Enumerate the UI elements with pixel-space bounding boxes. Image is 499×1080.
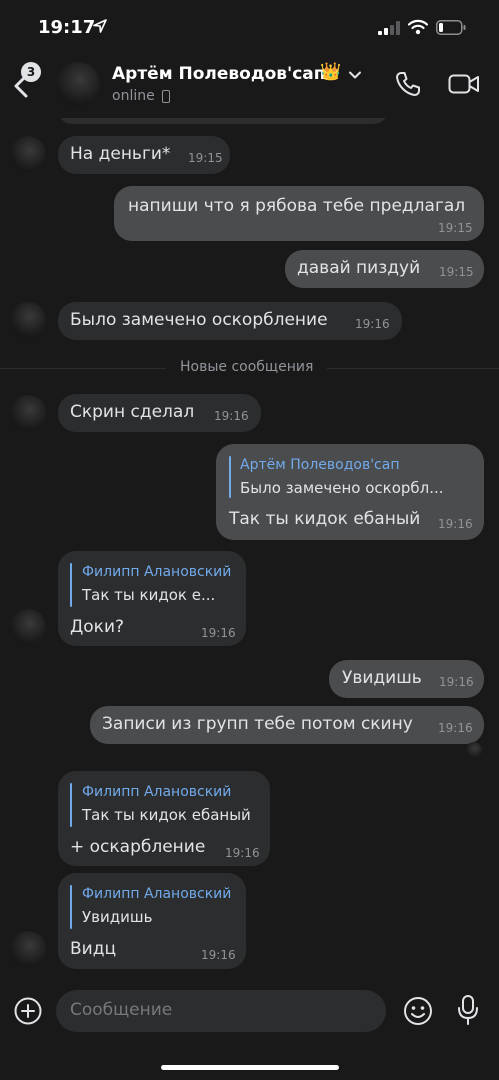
message-text: Записи из групп тебе потом скину	[102, 714, 413, 734]
message-list[interactable]: На деньги* 19:15 напиши что я рябова теб…	[0, 118, 499, 980]
message-time: 19:16	[201, 948, 236, 962]
message-bubble[interactable]: давай пиздуй 19:15	[285, 250, 484, 288]
message-text: напиши что я рябова тебе предлагал	[128, 196, 466, 216]
message-bubble[interactable]: Скрин сделал 19:16	[58, 394, 261, 432]
reply-author: Филипп Алановский	[82, 784, 232, 800]
message-text: Видц	[70, 939, 117, 959]
message-text: Доки?	[70, 617, 125, 637]
reply-quote-text: Увидишь	[82, 908, 153, 926]
message-bubble[interactable]: Было замечено оскорбление 19:16	[58, 302, 402, 340]
message-time: 19:16	[355, 317, 390, 331]
status-time: 19:17	[38, 17, 96, 38]
message-input-placeholder: Сообщение	[70, 1000, 173, 1020]
video-call-button[interactable]	[448, 72, 480, 96]
message-text: Скрин сделал	[70, 402, 195, 422]
message-text: давай пиздуй	[297, 258, 421, 278]
message-composer: Сообщение	[0, 980, 499, 1080]
attach-plus-button[interactable]	[14, 997, 42, 1025]
message-text: + оскарбление	[70, 837, 206, 857]
sender-avatar[interactable]	[10, 395, 46, 431]
chat-header: 3 Артём Полеводов'сап 👑 online	[0, 56, 499, 118]
message-input[interactable]: Сообщение	[56, 990, 386, 1032]
reply-author: Артём Полеводов'сап	[240, 457, 400, 473]
partial-message-bubble	[58, 118, 388, 124]
message-time: 19:16	[438, 721, 473, 735]
wifi-icon	[408, 19, 428, 35]
message-time: 19:16	[439, 675, 474, 689]
message-bubble[interactable]: напиши что я рябова тебе предлагал 19:15	[114, 186, 484, 241]
message-bubble[interactable]: На деньги* 19:15	[58, 136, 230, 174]
sender-avatar[interactable]	[10, 302, 46, 338]
reply-quote-bar	[70, 563, 72, 607]
reply-quote-bar	[70, 783, 72, 827]
message-time: 19:16	[201, 626, 236, 640]
battery-icon	[436, 20, 466, 35]
reply-quote-bar	[229, 456, 231, 498]
message-text: Увидишь	[342, 668, 422, 688]
message-text: На деньги*	[70, 144, 171, 164]
message-bubble[interactable]: Увидишь 19:16	[329, 660, 484, 698]
reply-quote-text: Так ты кидок ебаный	[82, 806, 251, 824]
sender-avatar[interactable]	[10, 931, 46, 967]
reply-quote-text: Так ты кидок е...	[82, 586, 216, 604]
sender-avatar[interactable]	[10, 609, 46, 645]
message-time: 19:16	[214, 409, 249, 423]
microphone-icon[interactable]	[456, 994, 480, 1026]
home-indicator	[161, 1065, 339, 1070]
phone-call-button[interactable]	[394, 70, 422, 98]
message-time: 19:15	[438, 221, 473, 235]
reply-message-bubble[interactable]: Филипп Алановский Так ты кидок ебаный + …	[58, 771, 270, 866]
message-text: Было замечено оскорбление	[70, 310, 328, 330]
contact-avatar[interactable]	[56, 62, 100, 106]
reply-quote-bar	[70, 885, 72, 929]
new-messages-label: Новые сообщения	[166, 359, 328, 375]
message-text: Так ты кидок ебаный	[229, 509, 421, 529]
reply-message-bubble[interactable]: Филипп Алановский Увидишь Видц 19:16	[58, 873, 246, 969]
mobile-device-icon	[162, 90, 170, 103]
read-receipt-avatar	[466, 742, 482, 758]
message-time: 19:16	[438, 517, 473, 531]
contact-status: online	[112, 88, 155, 104]
reply-author: Филипп Алановский	[82, 886, 232, 902]
message-time: 19:15	[188, 151, 223, 165]
sender-avatar[interactable]	[10, 136, 46, 172]
message-time: 19:15	[439, 265, 474, 279]
message-bubble[interactable]: Записи из групп тебе потом скину 19:16	[90, 706, 484, 744]
message-time: 19:16	[225, 846, 260, 860]
status-bar: 19:17	[0, 0, 499, 56]
location-arrow-icon	[93, 19, 107, 33]
unread-count-badge: 3	[21, 62, 41, 82]
smile-icon[interactable]	[403, 996, 433, 1026]
crown-emoji: 👑	[320, 62, 342, 82]
contact-name[interactable]: Артём Полеводов'сап	[112, 64, 326, 84]
reply-message-bubble[interactable]: Артём Полеводов'сап Было замечено оскорб…	[216, 444, 484, 540]
chevron-down-icon[interactable]	[348, 68, 362, 82]
cellular-signal-icon	[378, 21, 400, 35]
reply-author: Филипп Алановский	[82, 564, 232, 580]
reply-message-bubble[interactable]: Филипп Алановский Так ты кидок е... Доки…	[58, 551, 246, 646]
reply-quote-text: Было замечено оскорбл...	[240, 479, 444, 497]
